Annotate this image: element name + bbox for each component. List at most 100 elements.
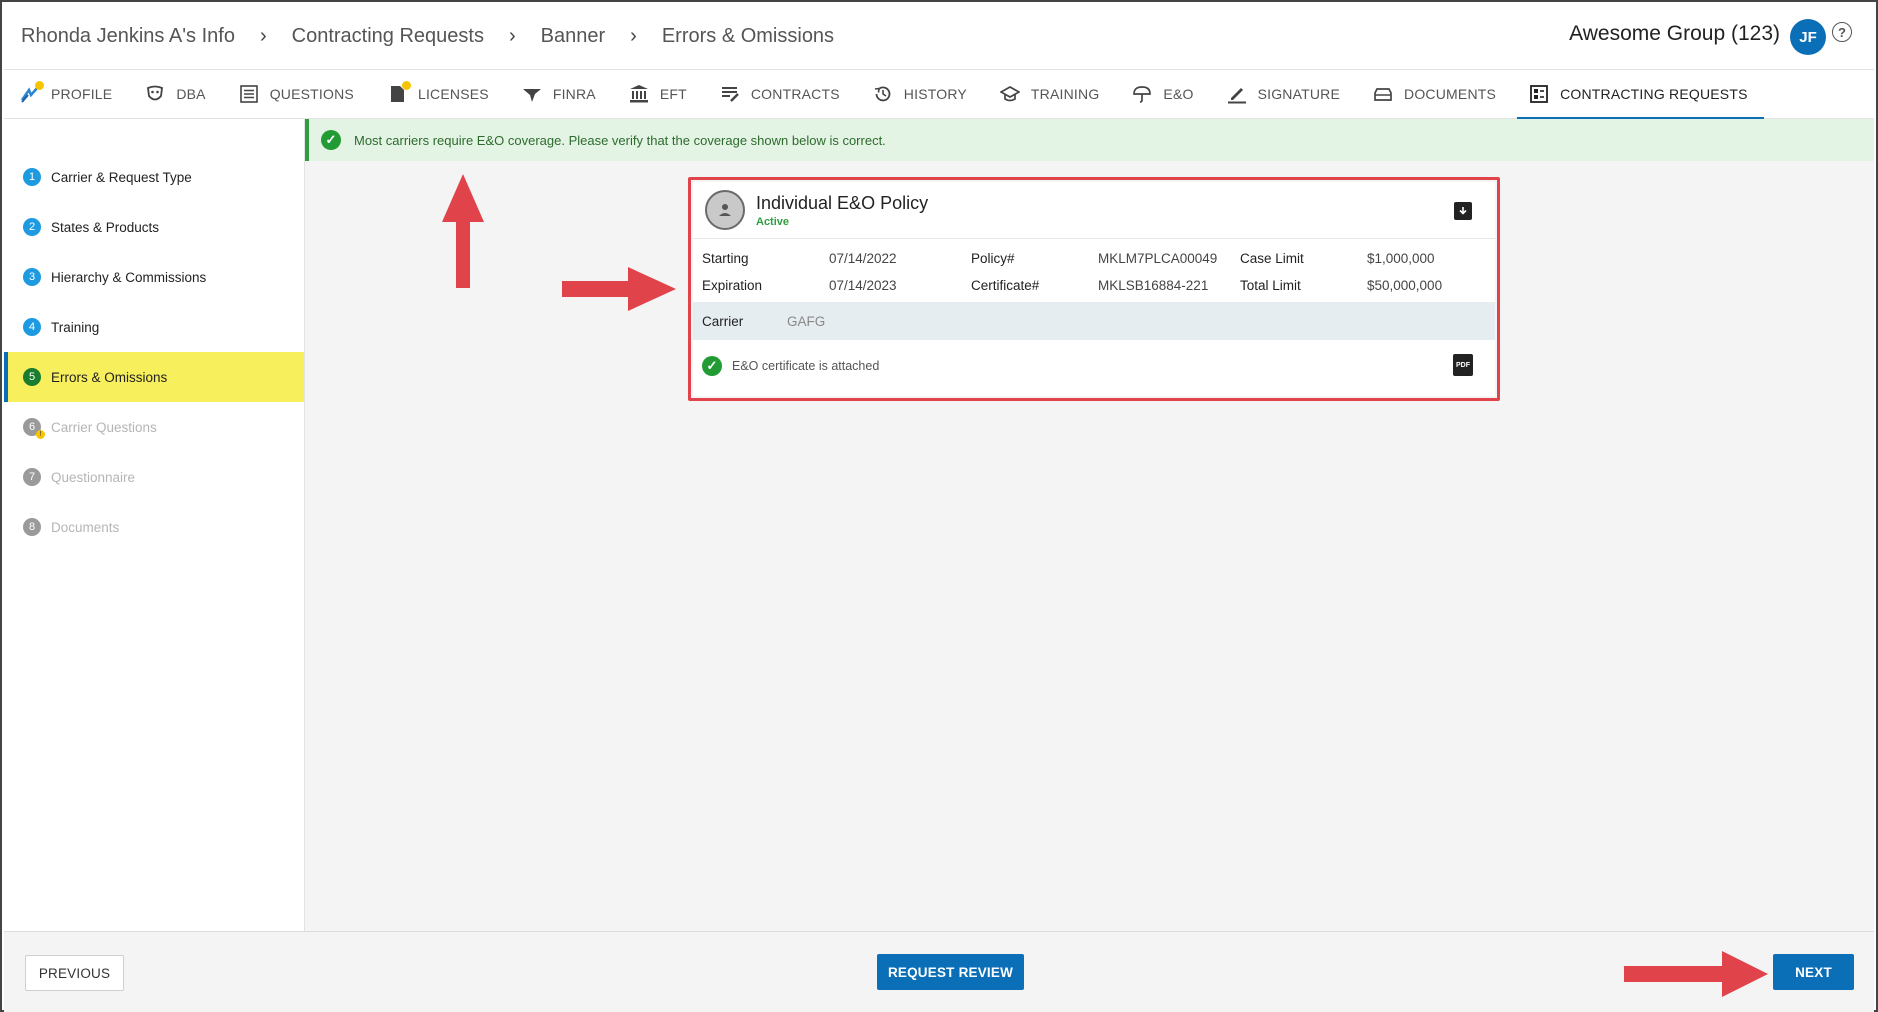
history-icon [873,84,893,104]
tab-label: DOCUMENTS [1404,86,1497,102]
attachment-row: ✓ E&O certificate is attached PDF [693,340,1495,392]
step-errors-omissions[interactable]: 5 Errors & Omissions [4,352,304,402]
notification-dot [35,81,44,90]
carrier-row: Carrier GAFG [693,302,1495,340]
carrier-label: Carrier [702,313,744,329]
step-number: 3 [23,268,41,286]
finra-icon [522,84,542,104]
help-icon[interactable]: ? [1832,22,1852,42]
umbrella-icon [1132,84,1152,104]
starting-value: 07/14/2022 [829,251,897,266]
annotation-arrow-right-icon [562,267,676,311]
tab-contracts[interactable]: CONTRACTS [720,70,840,119]
expiration-value: 07/14/2023 [829,278,897,293]
step-training[interactable]: 4 Training [4,302,304,352]
pdf-icon[interactable]: PDF [1453,354,1473,376]
step-label: Documents [51,519,120,535]
step-label: Hierarchy & Commissions [51,269,207,285]
footer-bar: PREVIOUS REQUEST REVIEW NEXT [4,931,1874,1012]
check-circle-icon: ✓ [321,130,341,150]
chevron-right-icon: › [630,25,637,47]
tab-label: FINRA [552,86,596,102]
training-cap-icon [999,84,1020,104]
tab-label: CONTRACTS [750,86,840,102]
tab-label: LICENSES [417,86,489,102]
tab-eo[interactable]: E&O [1132,70,1193,119]
group-name[interactable]: Awesome Group (123) [1569,22,1780,46]
step-hierarchy-commissions[interactable]: 3 Hierarchy & Commissions [4,252,304,302]
tab-label: TRAINING [1030,86,1100,102]
step-questionnaire: 7 Questionnaire [4,452,304,502]
step-label: States & Products [51,219,160,235]
avatar[interactable]: JF [1790,19,1826,55]
tab-eft[interactable]: EFT [629,70,687,119]
tab-history[interactable]: HISTORY [873,70,967,119]
contracting-requests-icon [1529,84,1549,104]
policy-card: Individual E&O Policy Active Starting 07… [693,182,1495,396]
tab-questions[interactable]: QUESTIONS [239,70,354,119]
tab-licenses[interactable]: LICENSES [387,70,489,119]
person-icon [705,190,745,230]
next-button[interactable]: NEXT [1773,954,1854,990]
tab-label: E&O [1163,86,1194,102]
step-label: Questionnaire [51,469,136,485]
step-number: 4 [23,318,41,336]
documents-tray-icon [1373,84,1393,104]
step-number: 8 [23,518,41,536]
step-documents: 8 Documents [4,502,304,552]
total-limit-label: Total Limit [1240,278,1301,293]
policy-details: Starting 07/14/2022 Policy# MKLM7PLCA000… [693,239,1495,302]
tab-signature[interactable]: SIGNATURE [1227,70,1340,119]
contracts-icon [720,84,740,104]
step-number: 6! [23,418,45,439]
step-number: 7 [23,468,41,486]
questions-list-icon [239,84,259,104]
step-states-products[interactable]: 2 States & Products [4,202,304,252]
step-number: 5 [23,368,41,386]
tab-contracting-requests[interactable]: CONTRACTING REQUESTS [1517,70,1764,119]
chevron-right-icon: › [508,25,516,47]
info-banner: ✓ Most carriers require E&O coverage. Pl… [305,119,1874,161]
step-number-text: 6 [28,421,36,433]
archive-icon[interactable] [1454,202,1472,220]
tab-training[interactable]: TRAINING [999,70,1100,119]
tab-label: CONTRACTING REQUESTS [1560,86,1748,102]
tab-label: DBA [176,86,206,102]
breadcrumb-contracting-requests[interactable]: Contracting Requests [292,25,484,48]
warning-icon: ! [36,430,45,439]
tab-label: QUESTIONS [269,86,354,102]
steps-sidebar: 1 Carrier & Request Type 2 States & Prod… [4,119,305,931]
step-number: 1 [23,168,41,186]
license-icon [387,81,411,104]
breadcrumb-banner[interactable]: Banner [541,25,606,48]
case-limit-label: Case Limit [1240,251,1304,266]
tab-bar: PROFILE DBA QUESTIONS LICENSES FINRA EFT… [4,70,1874,119]
tab-documents[interactable]: DOCUMENTS [1373,70,1496,119]
starting-label: Starting [702,251,749,266]
previous-button[interactable]: PREVIOUS [25,955,124,991]
request-review-button[interactable]: REQUEST REVIEW [877,954,1024,990]
breadcrumb-errors-omissions: Errors & Omissions [661,25,835,47]
main-content: ✓ Most carriers require E&O coverage. Pl… [305,119,1874,931]
attachment-status: E&O certificate is attached [732,359,880,373]
signature-pen-icon [1227,84,1247,104]
total-limit-value: $50,000,000 [1367,278,1443,293]
annotation-arrow-up-icon [442,174,484,288]
step-carrier-request-type[interactable]: 1 Carrier & Request Type [4,152,304,202]
step-label: Carrier Questions [51,419,157,435]
notification-dot [401,81,411,90]
policy-status: Active [756,215,790,228]
policy-card-header: Individual E&O Policy Active [693,182,1495,239]
step-label: Training [51,319,100,335]
tab-profile[interactable]: PROFILE [20,70,112,119]
step-number: 2 [23,218,41,236]
tab-finra[interactable]: FINRA [522,70,596,119]
profile-icon [20,81,44,104]
case-limit-value: $1,000,000 [1367,251,1435,266]
breadcrumb-agent-info[interactable]: Rhonda Jenkins A's Info [21,25,235,48]
certificate-label: Certificate# [971,278,1040,293]
annotation-arrow-right-icon [1624,951,1768,997]
tab-dba[interactable]: DBA [145,70,206,119]
chevron-right-icon: › [259,25,267,47]
policy-number-value: MKLM7PLCA00049 [1098,251,1218,266]
